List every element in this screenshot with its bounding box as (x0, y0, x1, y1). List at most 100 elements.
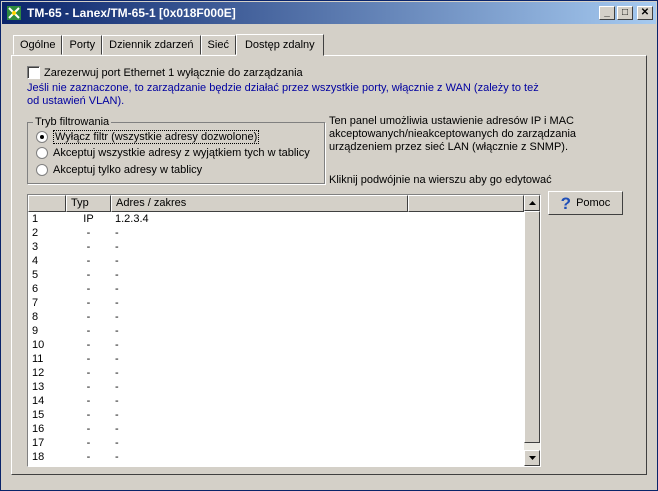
tab-strip: Ogólne Porty Dziennik zdarzeń Sieć Dostę… (13, 33, 324, 56)
row-address-cell: - (115, 297, 119, 309)
row-address-cell: - (115, 367, 119, 379)
table-row[interactable]: 15 - - (28, 408, 524, 422)
dialog-window: TM-65 - Lanex/TM-65-1 [0x018F000E] _ □ ✕… (0, 0, 658, 491)
tab-remote-access[interactable]: Dostęp zdalny (235, 34, 324, 56)
row-index-cell: 8 (32, 311, 39, 323)
row-address-cell: - (115, 395, 119, 407)
row-type-cell: - (86, 437, 91, 449)
table-row[interactable]: 14 - - (28, 394, 524, 408)
title-bar[interactable]: TM-65 - Lanex/TM-65-1 [0x018F000E] _ □ ✕ (2, 2, 656, 24)
address-table[interactable]: Typ Adres / zakres 1 IP 1.2.3.4 2 - - 3 - - 4 - - 5 -… (27, 194, 541, 467)
column-header-type[interactable]: Typ (66, 195, 111, 212)
edit-hint: Kliknij podwójnie na wierszu aby go edyt… (329, 174, 552, 186)
app-icon (6, 5, 22, 21)
help-button[interactable]: ? Pomoc (548, 191, 623, 215)
reserve-port-option[interactable]: Zarezerwuj port Ethernet 1 wyłącznie do … (27, 66, 303, 79)
row-index-cell: 11 (32, 353, 44, 365)
row-address-cell: - (115, 437, 119, 449)
row-type-cell: - (86, 423, 91, 435)
table-row[interactable]: 17 - - (28, 436, 524, 450)
table-row[interactable]: 1 IP 1.2.3.4 (28, 212, 524, 226)
reserve-port-label: Zarezerwuj port Ethernet 1 wyłącznie do … (44, 66, 303, 79)
column-header-index[interactable] (28, 195, 66, 212)
column-header-address[interactable]: Adres / zakres (111, 195, 408, 212)
tab-network[interactable]: Sieć (200, 35, 236, 55)
row-address-cell: - (115, 339, 119, 351)
table-row[interactable]: 8 - - (28, 310, 524, 324)
table-header: Typ Adres / zakres (28, 195, 524, 212)
row-index-cell: 9 (32, 325, 39, 337)
row-index-cell: 10 (32, 339, 45, 351)
reserve-port-note: Jeśli nie zaznaczone, to zarządzanie będ… (27, 82, 539, 107)
row-index-cell: 16 (32, 423, 45, 435)
table-row[interactable]: 10 - - (28, 338, 524, 352)
tab-general[interactable]: Ogólne (13, 35, 63, 55)
row-index-cell: 17 (32, 437, 45, 449)
scroll-down-button[interactable] (524, 450, 540, 466)
row-index-cell: 15 (32, 409, 45, 421)
tab-event-log[interactable]: Dziennik zdarzeń (102, 35, 201, 55)
table-row[interactable]: 13 - - (28, 380, 524, 394)
question-icon: ? (560, 193, 572, 213)
scroll-up-button[interactable] (524, 195, 540, 211)
row-index-cell: 18 (32, 451, 45, 463)
filter-option-whitelist[interactable]: Akceptuj tylko adresy w tablicy (36, 164, 202, 176)
close-button[interactable]: ✕ (637, 6, 653, 20)
row-index-cell: 4 (32, 255, 39, 267)
row-index-cell: 12 (32, 367, 45, 379)
radio-accept-except-label: Akceptuj wszystkie adresy z wyjątkiem ty… (53, 147, 310, 159)
reserve-port-checkbox[interactable] (27, 66, 40, 79)
scrollbar-thumb[interactable] (524, 211, 540, 443)
minimize-button[interactable]: _ (599, 6, 615, 20)
row-address-cell: - (115, 241, 119, 253)
row-address-cell: - (115, 451, 119, 463)
table-row[interactable]: 12 - - (28, 366, 524, 380)
row-index-cell: 6 (32, 283, 39, 295)
table-row[interactable]: 3 - - (28, 240, 524, 254)
radio-disable-filter[interactable] (36, 131, 48, 143)
row-address-cell: - (115, 325, 119, 337)
row-type-cell: - (86, 339, 91, 351)
row-type-cell: - (86, 395, 91, 407)
radio-accept-only[interactable] (36, 164, 48, 176)
table-body: 1 IP 1.2.3.4 2- -3- -4- -5- -6- -7- -8- -9- -10- -11… (28, 212, 524, 464)
filter-option-blacklist[interactable]: Akceptuj wszystkie adresy z wyjątkiem ty… (36, 147, 310, 159)
maximize-button[interactable]: □ (617, 6, 633, 20)
filter-option-disable[interactable]: Wyłącz filtr (wszystkie adresy dozwolone… (36, 130, 260, 144)
filter-mode-legend: Tryb filtrowania (33, 116, 112, 128)
row-type-cell: - (86, 255, 91, 267)
row-index-cell: 5 (32, 269, 39, 281)
row-type-cell: - (86, 311, 91, 323)
row-type-cell: - (86, 381, 91, 393)
table-row[interactable]: 5 - - (28, 268, 524, 282)
table-row[interactable]: 16 - - (28, 422, 524, 436)
column-header-filler[interactable] (408, 195, 524, 212)
table-row[interactable]: 11 - - (28, 352, 524, 366)
row-index-cell: 3 (32, 241, 39, 253)
row-address-cell: - (115, 423, 119, 435)
row-address-cell: - (115, 381, 119, 393)
table-row[interactable]: 9 - - (28, 324, 524, 338)
table-row[interactable]: 2 - - (28, 226, 524, 240)
table-row[interactable]: 4 - - (28, 254, 524, 268)
row-type-cell: - (86, 227, 91, 239)
row-index-cell: 14 (32, 395, 45, 407)
row-type-cell: - (86, 297, 91, 309)
table-row[interactable]: 18 - - (28, 450, 524, 464)
row-index-cell: 1 (32, 213, 39, 225)
tab-ports[interactable]: Porty (62, 35, 103, 55)
row-address-cell: - (115, 409, 119, 421)
row-type-cell: - (86, 451, 91, 463)
row-address-cell: - (115, 227, 119, 239)
radio-accept-except[interactable] (36, 147, 48, 159)
row-type-cell: - (86, 367, 91, 379)
table-row[interactable]: 7 - - (28, 296, 524, 310)
table-row[interactable]: 6 - - (28, 282, 524, 296)
row-type-cell: - (86, 241, 91, 253)
row-index-cell: 7 (32, 297, 39, 309)
vertical-scrollbar[interactable] (524, 195, 540, 466)
radio-disable-filter-label: Wyłącz filtr (wszystkie adresy dozwolone… (53, 130, 260, 144)
row-index-cell: 13 (32, 381, 45, 393)
row-type-cell: - (86, 325, 91, 337)
row-type-cell: - (86, 409, 91, 421)
